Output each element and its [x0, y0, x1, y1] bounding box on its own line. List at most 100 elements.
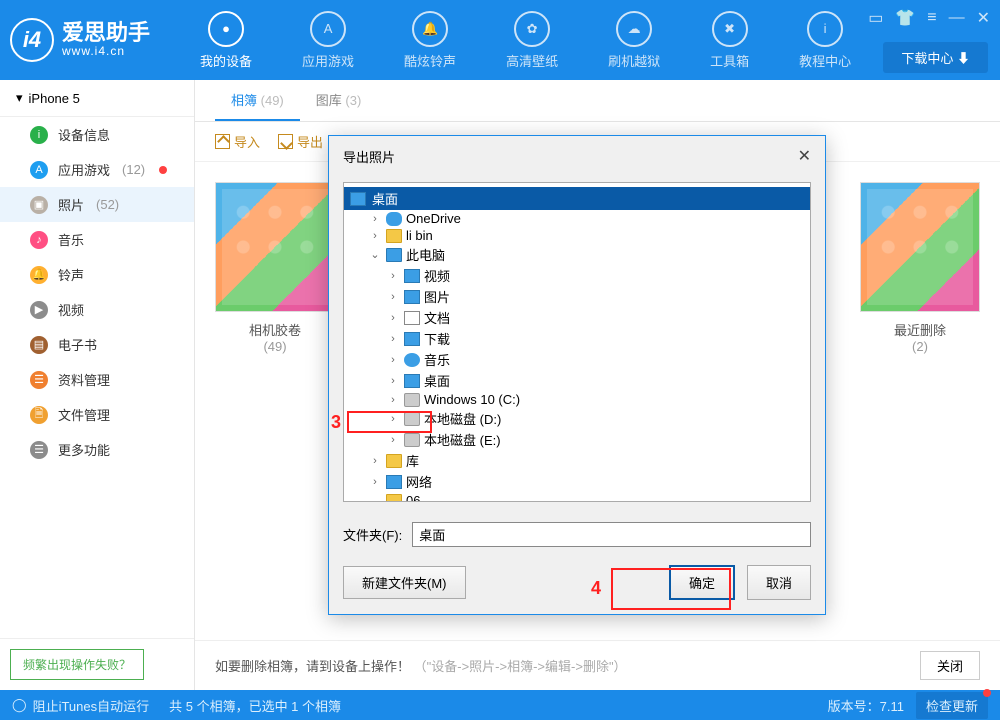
- tab-0[interactable]: 相簿 (49): [215, 80, 300, 121]
- tree-twisty-icon[interactable]: ›: [386, 312, 400, 324]
- tree-row[interactable]: › 文档: [344, 307, 810, 328]
- tree-twisty-icon[interactable]: ›: [386, 354, 400, 366]
- tree-twisty-icon[interactable]: ›: [368, 476, 382, 488]
- nav-icon: ✿: [514, 11, 550, 47]
- tree-row[interactable]: 06: [344, 492, 810, 502]
- folder-icon: [386, 454, 402, 468]
- tree-row[interactable]: › 图片: [344, 286, 810, 307]
- sidebar-item-6[interactable]: ▤电子书: [0, 327, 194, 362]
- tree-twisty-icon[interactable]: ›: [386, 413, 400, 425]
- album-thumb: [215, 182, 335, 312]
- tree-row[interactable]: ›本地磁盘 (D:): [344, 408, 810, 429]
- nav-label: 酷炫铃声: [404, 51, 456, 70]
- download-center-button[interactable]: 下载中心 ⬇: [883, 42, 988, 73]
- tab-1[interactable]: 图库 (3): [300, 80, 378, 121]
- import-button[interactable]: 导入: [215, 132, 260, 151]
- cancel-button[interactable]: 取消: [747, 565, 811, 600]
- sidebar-item-5[interactable]: ▶视频: [0, 292, 194, 327]
- nav-item-4[interactable]: ☁刷机越狱: [598, 5, 670, 76]
- tree-row[interactable]: ›OneDrive: [344, 210, 810, 227]
- sidebar-label: 文件管理: [58, 405, 110, 424]
- tree-row[interactable]: ›li bin: [344, 227, 810, 244]
- sidebar-item-8[interactable]: 🗎文件管理: [0, 397, 194, 432]
- export-button[interactable]: 导出: [278, 132, 323, 151]
- sidebar-item-0[interactable]: i设备信息: [0, 117, 194, 152]
- export-dialog: 导出照片 ✕ 桌面 ›OneDrive›li bin⌄此电脑›视频›图片›文档›…: [328, 135, 826, 615]
- tree-row[interactable]: › 网络: [344, 471, 810, 492]
- tree-row[interactable]: ›下载: [344, 328, 810, 349]
- feedback-icon[interactable]: ▭: [868, 8, 883, 28]
- tree-row[interactable]: ›视频: [344, 265, 810, 286]
- tree-row[interactable]: ›桌面: [344, 370, 810, 391]
- tree-twisty-icon[interactable]: ›: [368, 213, 382, 225]
- minimize-icon[interactable]: —: [949, 9, 965, 27]
- sidebar-label: 更多功能: [58, 440, 110, 459]
- sidebar-item-2[interactable]: ▣照片(52): [0, 187, 194, 222]
- circle-icon: ◯: [12, 697, 27, 713]
- nav-icon: A: [310, 11, 346, 47]
- tree-row[interactable]: ›本地磁盘 (E:): [344, 429, 810, 450]
- nav-item-0[interactable]: ●我的设备: [190, 5, 262, 76]
- update-dot-icon: [983, 689, 991, 697]
- faq-link[interactable]: 频繁出现操作失败？: [10, 649, 144, 680]
- ok-button[interactable]: 确定: [669, 565, 735, 600]
- new-folder-button[interactable]: 新建文件夹(M): [343, 566, 466, 599]
- tree-header[interactable]: 桌面: [344, 187, 810, 210]
- tree-row[interactable]: ›Windows 10 (C:): [344, 391, 810, 408]
- folder-tree[interactable]: 桌面 ›OneDrive›li bin⌄此电脑›视频›图片›文档›下载›音乐›桌…: [343, 182, 811, 502]
- album-item[interactable]: 相机胶卷 (49): [215, 182, 335, 354]
- tree-row[interactable]: ⌄ 此电脑: [344, 244, 810, 265]
- tree-twisty-icon[interactable]: ›: [368, 455, 382, 467]
- album-count: (2): [860, 339, 980, 354]
- sidebar-item-3[interactable]: ♪音乐: [0, 222, 194, 257]
- check-update-button[interactable]: 检查更新: [916, 692, 988, 719]
- sidebar-item-4[interactable]: 🔔铃声: [0, 257, 194, 292]
- tree-label: 文档: [424, 308, 450, 327]
- tree-twisty-icon[interactable]: ›: [386, 394, 400, 406]
- tree-label: 此电脑: [406, 245, 445, 264]
- menu-icon[interactable]: ≡: [927, 9, 936, 27]
- album-name: 最近删除: [860, 320, 980, 339]
- sidebar-label: 设备信息: [58, 125, 110, 144]
- import-label: 导入: [234, 132, 260, 151]
- tree-label: 网络: [406, 472, 432, 491]
- tab-label: 相簿: [231, 93, 257, 108]
- tree-twisty-icon[interactable]: ›: [386, 291, 400, 303]
- tree-twisty-icon[interactable]: ›: [386, 333, 400, 345]
- close-icon[interactable]: ✕: [977, 8, 990, 28]
- window-controls: ▭ 👕 ≡ — ✕: [868, 8, 990, 28]
- tree-row[interactable]: ›库: [344, 450, 810, 471]
- nav-item-6[interactable]: i教程中心: [789, 5, 861, 76]
- drive-icon: [404, 412, 420, 426]
- nav-item-3[interactable]: ✿高清壁纸: [496, 5, 568, 76]
- sidebar-item-7[interactable]: ☰资料管理: [0, 362, 194, 397]
- dialog-close-icon[interactable]: ✕: [798, 146, 811, 166]
- tree-twisty-icon[interactable]: ›: [386, 270, 400, 282]
- itunes-block-toggle[interactable]: ◯ 阻止iTunes自动运行: [12, 696, 149, 715]
- tree-label: 图片: [424, 287, 450, 306]
- nav-icon: 🔔: [412, 11, 448, 47]
- blue-icon: [404, 269, 420, 283]
- tree-twisty-icon[interactable]: ›: [386, 375, 400, 387]
- tree-twisty-icon[interactable]: ›: [368, 230, 382, 242]
- blue-icon: [386, 475, 402, 489]
- album-item[interactable]: 最近删除 (2): [860, 182, 980, 354]
- version-label: 版本号：7.11: [828, 696, 904, 715]
- tree-twisty-icon[interactable]: ›: [386, 434, 400, 446]
- album-name: 相机胶卷: [215, 320, 335, 339]
- sidebar-item-9[interactable]: ☰更多功能: [0, 432, 194, 467]
- device-arrow: ▾: [16, 90, 23, 106]
- skin-icon[interactable]: 👕: [895, 8, 915, 28]
- nav-item-1[interactable]: A应用游戏: [292, 5, 364, 76]
- export-label: 导出: [297, 132, 323, 151]
- folder-path-input[interactable]: [412, 522, 811, 547]
- status-bar: ◯ 阻止iTunes自动运行 共 5 个相簿，已选中 1 个相簿 版本号：7.1…: [0, 690, 1000, 720]
- nav-icon: i: [807, 11, 843, 47]
- device-header[interactable]: ▾ iPhone 5: [0, 80, 194, 117]
- sidebar-item-1[interactable]: A应用游戏(12): [0, 152, 194, 187]
- tree-twisty-icon[interactable]: ⌄: [368, 248, 382, 261]
- close-panel-button[interactable]: 关闭: [920, 651, 980, 680]
- nav-item-5[interactable]: ✖工具箱: [700, 5, 759, 76]
- nav-item-2[interactable]: 🔔 酷炫铃声: [394, 5, 466, 76]
- tree-row[interactable]: ›音乐: [344, 349, 810, 370]
